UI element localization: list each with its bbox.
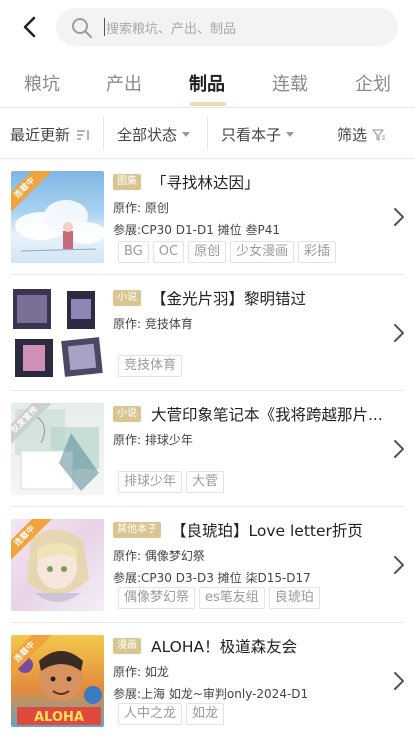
item-title: 【金光片羽】黎明错过 [151,290,307,308]
chevron-right-icon [394,208,404,226]
tag-list: 偶像梦幻祭 es笔友组 良琥珀 [118,587,320,609]
item-title: 大菅印象笔记本《我将跨越那片... [151,406,383,424]
cover-image: 连载中 [11,519,104,611]
dropdown-arrow-icon [182,132,191,137]
svg-text:ALOHA: ALOHA [34,710,84,725]
type-badge: 图集 [113,174,141,190]
cover-image [11,287,104,379]
chevron-right-icon [394,440,404,458]
tab-qihua[interactable]: 企划 [355,70,391,96]
tab-liangkeng[interactable]: 粮坑 [24,70,60,96]
list-item[interactable]: 连载中 图集 「寻找林达因」 原作: 原创 参展:CP30 D1-D1 摊位 叁… [0,159,415,275]
tag[interactable]: 人中之龙 [118,703,183,725]
cover-image: 仅发宣传 [11,403,104,495]
tag-list: 竞技体育 [118,355,183,377]
source-work: 原作: 竞技体育 [113,317,193,331]
filter-separator [103,116,104,150]
back-button[interactable] [14,11,46,43]
tag[interactable]: es笔友组 [199,587,265,609]
status-label: 全部状态 [117,126,178,144]
sort-icon [77,129,89,140]
search-icon [72,18,92,38]
title-row: 漫画 ALOHA！极道森友会 [113,635,297,657]
list-item[interactable]: 小说 【金光片羽】黎明错过 原作: 竞技体育 竞技体育 [0,275,415,391]
tag[interactable]: 少女漫画 [230,241,295,263]
title-row: 其他本子 【良琥珀】Love letter折页 [113,519,363,541]
title-row: 小说 大菅印象笔记本《我将跨越那片... [113,403,383,425]
tag[interactable]: OC [152,241,185,263]
list-item[interactable]: 仅发宣传 小说 大菅印象笔记本《我将跨越那片... 原作: 排球少年 排球少年 … [0,391,415,507]
header: 搜索粮坑、产出、制品 [0,0,415,56]
tab-zhipin[interactable]: 制品 [189,70,225,96]
tag[interactable]: 偶像梦幻祭 [118,587,196,609]
tag-list: 排球少年 大菅 [118,471,225,493]
exhibition-info: 参展:CP30 D1-D1 摊位 叁P41 [113,223,280,237]
search-input[interactable]: 搜索粮坑、产出、制品 [56,8,398,46]
type-badge: 小说 [113,406,141,422]
item-title: 【良琥珀】Love letter折页 [171,522,363,540]
tab-chanchu[interactable]: 产出 [106,70,142,96]
title-row: 图集 「寻找林达因」 [113,171,260,193]
item-title: ALOHA！极道森友会 [151,638,298,656]
cover-image: 连载中 [11,171,104,263]
type-badge: 漫画 [113,638,141,654]
cover-image: ALOHA 连载中 [11,635,104,727]
source-work: 原作: 偶像梦幻祭 [113,549,205,563]
tag[interactable]: 彩插 [298,241,337,263]
dropdown-arrow-icon [286,132,295,137]
active-tab-indicator [190,102,226,106]
filter-icon [372,128,386,141]
type-label: 只看本子 [221,126,282,144]
filter-label: 筛选 [337,126,368,144]
cover-art [13,289,103,377]
tab-lianzai[interactable]: 连载 [272,70,308,96]
tag-list: BG OC 原创 少女漫画 彩插 [118,241,337,263]
type-badge: 其他本子 [113,522,161,538]
exhibition-info: 参展:上海 如龙~审判only-2024-D1 [113,687,309,701]
filter-button[interactable]: 筛选 [337,124,386,145]
source-work: 原作: 如龙 [113,665,169,679]
status-dropdown[interactable]: 全部状态 [117,124,191,145]
tag-list: 人中之龙 如龙 [118,703,225,725]
tag[interactable]: 原创 [188,241,227,263]
chevron-right-icon [394,672,404,690]
category-tabs: 粮坑 产出 制品 连载 企划 [0,58,415,106]
type-badge: 小说 [113,290,141,306]
tag[interactable]: 排球少年 [118,471,183,493]
type-dropdown[interactable]: 只看本子 [221,124,295,145]
source-work: 原作: 排球少年 [113,433,193,447]
tag[interactable]: 如龙 [186,703,225,725]
item-title: 「寻找林达因」 [151,174,260,192]
tag[interactable]: BG [118,241,149,263]
tag[interactable]: 竞技体育 [118,355,183,377]
chevron-right-icon [394,556,404,574]
title-row: 小说 【金光片羽】黎明错过 [113,287,306,309]
text-caret [104,18,105,36]
sort-label: 最近更新 [10,126,71,144]
search-placeholder: 搜索粮坑、产出、制品 [106,22,237,37]
sort-dropdown[interactable]: 最近更新 [10,124,90,145]
tag[interactable]: 大菅 [186,471,225,493]
list-item[interactable]: ALOHA 连载中 漫画 ALOHA！极道森友会 原作: 如龙 参展:上海 如龙… [0,623,415,738]
exhibition-info: 参展:CP30 D3-D3 摊位 柒D15-D17 [113,571,311,585]
list-item[interactable]: 连载中 其他本子 【良琥珀】Love letter折页 原作: 偶像梦幻祭 参展… [0,507,415,623]
filter-separator [207,116,208,150]
chevron-right-icon [394,324,404,342]
filter-bar: 最近更新 全部状态 只看本子 筛选 [0,108,415,158]
back-arrow-icon [23,16,36,38]
source-work: 原作: 原创 [113,201,169,215]
tag[interactable]: 良琥珀 [268,587,320,609]
